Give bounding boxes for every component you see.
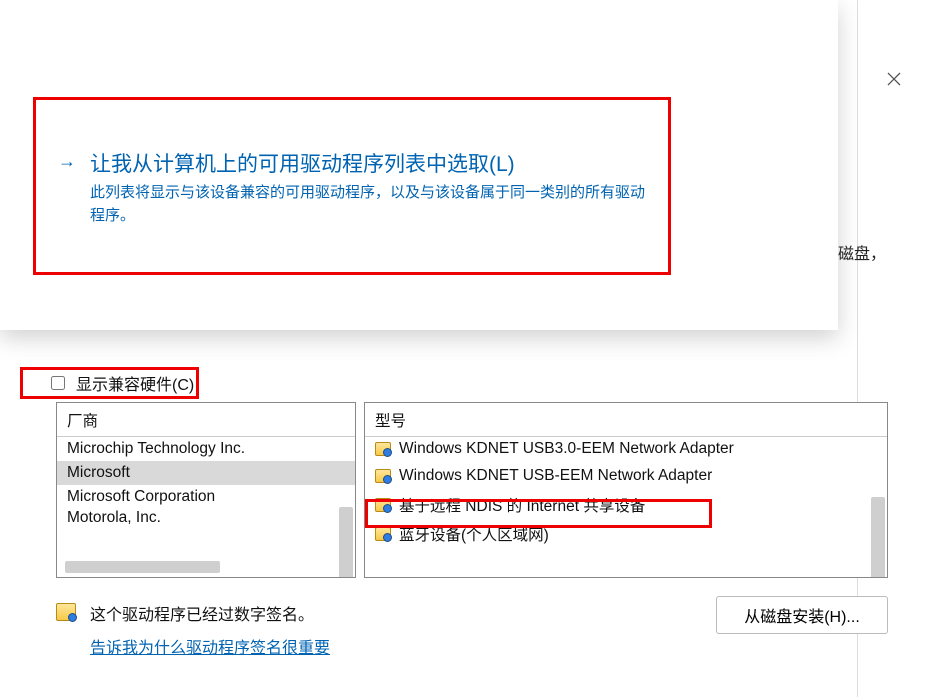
driver-lists: 厂商 Microchip Technology Inc. Microsoft M…	[56, 402, 888, 578]
scrollbar-horizontal[interactable]	[65, 561, 220, 573]
list-item[interactable]: Windows KDNET USB-EEM Network Adapter	[365, 464, 887, 491]
list-item[interactable]: 蓝牙设备(个人区域网)	[365, 520, 887, 549]
certificate-icon	[56, 603, 76, 621]
manufacturer-header: 厂商	[57, 403, 355, 437]
show-compatible-label: 显示兼容硬件(C)	[76, 371, 194, 395]
list-item[interactable]: Microsoft Corporation	[57, 485, 355, 509]
close-icon[interactable]	[881, 66, 907, 92]
driver-icon	[375, 498, 391, 512]
have-disk-button[interactable]: 从磁盘安装(H)...	[716, 596, 888, 634]
manufacturer-body: Microchip Technology Inc. Microsoft Micr…	[57, 437, 355, 577]
arrow-right-icon: →	[58, 151, 76, 172]
scrollbar-vertical[interactable]	[339, 507, 353, 577]
list-item[interactable]: Windows KDNET USB3.0-EEM Network Adapter	[365, 437, 887, 464]
pick-driver-option-desc: 此列表将显示与该设备兼容的可用驱动程序，以及与该设备属于同一类别的所有驱动程序。	[90, 182, 646, 227]
model-body: Windows KDNET USB3.0-EEM Network Adapter…	[365, 437, 887, 577]
show-compatible-input[interactable]	[51, 376, 65, 390]
driver-icon	[375, 527, 391, 541]
pick-driver-option-title: 让我从计算机上的可用驱动程序列表中选取(L)	[90, 148, 646, 178]
signed-message: 这个驱动程序已经过数字签名。	[90, 601, 330, 625]
pick-driver-option[interactable]: → 让我从计算机上的可用驱动程序列表中选取(L) 此列表将显示与该设备兼容的可用…	[33, 97, 671, 275]
list-item[interactable]: Microchip Technology Inc.	[57, 437, 355, 461]
driver-icon	[375, 442, 391, 456]
driver-icon	[375, 469, 391, 483]
background-text-fragment: 磁盘，	[838, 240, 886, 264]
show-compatible-row: 显示兼容硬件(C)	[20, 367, 199, 399]
model-header: 型号	[365, 403, 887, 437]
list-item[interactable]: Motorola, Inc.	[57, 509, 355, 527]
manufacturer-listbox: 厂商 Microchip Technology Inc. Microsoft M…	[56, 402, 356, 578]
list-item[interactable]: 基于远程 NDIS 的 Internet 共享设备	[365, 491, 887, 520]
adjacent-panel	[857, 0, 937, 697]
show-compatible-checkbox[interactable]: 显示兼容硬件(C)	[47, 371, 194, 395]
why-signing-link[interactable]: 告诉我为什么驱动程序签名很重要	[90, 634, 330, 658]
list-item[interactable]: Microsoft	[57, 461, 355, 485]
model-listbox: 型号 Windows KDNET USB3.0-EEM Network Adap…	[364, 402, 888, 578]
signed-driver-row: 这个驱动程序已经过数字签名。 告诉我为什么驱动程序签名很重要	[56, 601, 330, 658]
scrollbar-vertical[interactable]	[871, 497, 885, 577]
wizard-panel: → 让我从计算机上的可用驱动程序列表中选取(L) 此列表将显示与该设备兼容的可用…	[0, 0, 838, 330]
